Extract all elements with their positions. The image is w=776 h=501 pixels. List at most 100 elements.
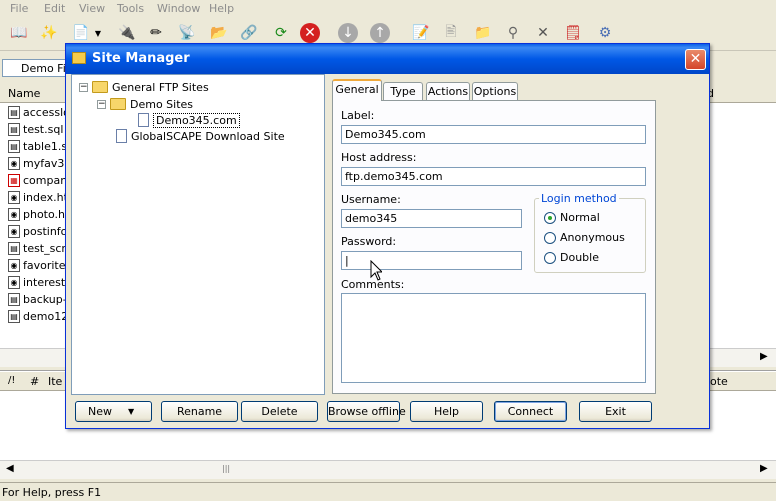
queue-col-status[interactable]: /!	[8, 375, 15, 386]
collapse-icon[interactable]: −	[97, 99, 106, 109]
url-icon[interactable]: 🔗	[238, 22, 260, 44]
help-button[interactable]: Help	[410, 401, 483, 422]
queue-col-number[interactable]: #	[30, 375, 39, 388]
list-item[interactable]: ▤ demo12	[8, 308, 68, 324]
down-icon[interactable]: ↓	[338, 23, 358, 43]
delete-button[interactable]: Delete	[241, 401, 318, 422]
file-name: index.ht	[23, 190, 68, 204]
list-item[interactable]: ◉ photo.ht	[8, 206, 69, 222]
tab-type[interactable]: Type	[383, 82, 423, 100]
rename-icon[interactable]: 🖹	[440, 22, 462, 44]
username-input[interactable]: demo345	[341, 209, 522, 228]
new-button[interactable]: New ▼	[75, 401, 152, 422]
properties-icon[interactable]: 🗒	[562, 22, 584, 44]
list-item[interactable]: ◉ favorite.	[8, 257, 69, 273]
list-item[interactable]: ◉ index.ht	[8, 189, 68, 205]
scroll-thumb-grip[interactable]: |||	[222, 464, 230, 473]
tree-label-folder: Demo Sites	[130, 97, 194, 111]
menu-help[interactable]: Help	[209, 2, 234, 15]
rename-button[interactable]: Rename	[161, 401, 238, 422]
up-icon[interactable]: ↑	[370, 23, 390, 43]
tab-actions[interactable]: Actions	[426, 82, 470, 100]
tree-node-demo345[interactable]: Demo345.com	[138, 112, 240, 128]
file-icon: ▤	[8, 105, 20, 119]
radio-unselected-icon[interactable]	[544, 251, 556, 264]
site-tree[interactable]: − General FTP Sites − Demo Sites Demo345…	[71, 74, 325, 395]
host-input[interactable]: ftp.demo345.com	[341, 167, 646, 186]
edit-icon[interactable]: 📝	[410, 22, 432, 44]
scroll-left-icon[interactable]: ◀	[6, 463, 14, 474]
close-button[interactable]: ✕	[685, 49, 706, 70]
file-name: demo12	[23, 309, 69, 323]
delete-icon[interactable]: ✕	[532, 22, 554, 44]
settings-icon[interactable]: ⚙	[594, 22, 616, 44]
radio-anonymous[interactable]: Anonymous	[544, 231, 625, 244]
radio-double-label: Double	[560, 251, 599, 264]
pencil-icon[interactable]: ✏	[145, 22, 167, 44]
radio-double[interactable]: Double	[544, 251, 599, 264]
menu-view[interactable]: View	[79, 2, 105, 15]
browse-offline-button[interactable]: Browse offline	[327, 401, 406, 422]
stop-icon[interactable]: ✕	[300, 23, 320, 43]
password-input[interactable]: |	[341, 251, 522, 270]
file-icon: ▤	[8, 292, 20, 306]
queue-col-note[interactable]: ote	[710, 375, 728, 388]
list-item[interactable]: ▤ test.sql	[8, 121, 63, 137]
host-label: Host address:	[341, 151, 417, 164]
tree-node-general-ftp-sites[interactable]: − General FTP Sites	[79, 79, 209, 95]
file-name: accesslo	[23, 105, 70, 119]
menu-file[interactable]: File	[10, 2, 28, 15]
list-item[interactable]: ▤ table1.s	[8, 138, 67, 154]
menu-window[interactable]: Window	[157, 2, 200, 15]
file-name: photo.ht	[23, 207, 70, 221]
list-item[interactable]: ▤ test_scri	[8, 240, 69, 256]
menu-edit[interactable]: Edit	[44, 2, 65, 15]
file-icon: ◉	[8, 190, 20, 204]
queue-col-item[interactable]: Ite	[48, 375, 62, 388]
dialog-titlebar[interactable]: Site Manager ✕	[66, 44, 709, 74]
transfer-icon[interactable]: 📂	[208, 22, 230, 44]
radio-selected-icon[interactable]	[544, 211, 556, 224]
list-item[interactable]: ◉ postinfo	[8, 223, 67, 239]
filter-icon[interactable]: ⚲	[502, 22, 524, 44]
exit-button[interactable]: Exit	[579, 401, 652, 422]
column-name-header[interactable]: Name	[8, 87, 40, 100]
satellite-icon[interactable]: 📡	[176, 22, 198, 44]
tab-options[interactable]: Options	[472, 82, 518, 100]
site-icon	[116, 129, 127, 143]
refresh-icon[interactable]: ⟳	[270, 22, 292, 44]
connect-icon[interactable]: 📖	[8, 22, 30, 44]
queue-scrollbar[interactable]: ◀ ||| ▶	[0, 460, 776, 479]
dropdown-arrow-icon[interactable]: ▼	[128, 402, 134, 421]
file-name: table1.s	[23, 139, 68, 153]
list-item[interactable]: ▦ company	[8, 172, 74, 188]
list-item[interactable]: ◉ interest.	[8, 274, 69, 290]
newfolder-icon[interactable]: 📁	[472, 22, 494, 44]
tree-node-demo-sites[interactable]: − Demo Sites	[97, 96, 193, 112]
new-icon[interactable]: 📄	[70, 22, 92, 44]
list-item[interactable]: ▤ accesslo	[8, 104, 70, 120]
file-name: favorite.	[23, 258, 70, 272]
status-text: For Help, press F1	[2, 486, 102, 499]
scroll-right-icon[interactable]: ▶	[760, 351, 768, 362]
list-item[interactable]: ▤ backup-f	[8, 291, 71, 307]
radio-normal[interactable]: Normal	[544, 211, 600, 224]
username-label: Username:	[341, 193, 401, 206]
tree-node-globalscape[interactable]: GlobalSCAPE Download Site	[116, 128, 285, 144]
folder-icon	[92, 81, 108, 93]
menu-tools[interactable]: Tools	[117, 2, 144, 15]
radio-unselected-icon[interactable]	[544, 231, 556, 244]
address-input[interactable]: Demo Fil	[2, 59, 66, 77]
list-item[interactable]: ◉ myfav3.	[8, 155, 68, 171]
scroll-right-icon[interactable]: ▶	[760, 463, 768, 474]
disconnect-icon[interactable]: 🔌	[116, 22, 138, 44]
collapse-icon[interactable]: −	[79, 82, 88, 92]
connect-button[interactable]: Connect	[494, 401, 567, 422]
dropdown-icon[interactable]: ▼	[92, 22, 104, 44]
wizard-icon[interactable]: ✨	[38, 22, 60, 44]
label-input[interactable]: Demo345.com	[341, 125, 646, 144]
file-icon: ◉	[8, 156, 20, 170]
file-icon: ▤	[8, 122, 20, 136]
tab-general[interactable]: General	[332, 79, 382, 101]
comments-textarea[interactable]	[341, 293, 646, 383]
